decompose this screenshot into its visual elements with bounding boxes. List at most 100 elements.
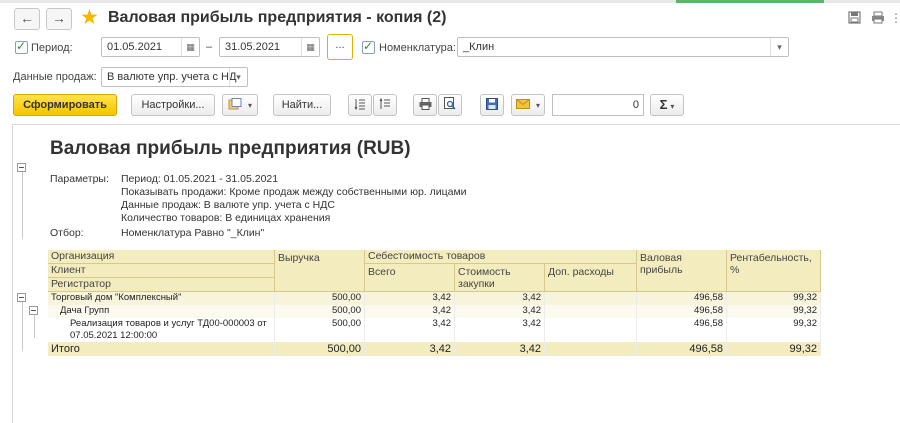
row-gross: 496,58 — [637, 292, 727, 305]
total-cost-total: 3,42 — [365, 342, 455, 356]
collapse-row-icon[interactable] — [17, 293, 26, 302]
total-margin: 99,32 — [727, 342, 821, 356]
total-extra — [545, 342, 637, 356]
header-cost-purchase: Стоимость закупки — [455, 264, 545, 292]
outline-guide — [22, 301, 23, 351]
row-revenue: 500,00 — [275, 318, 365, 342]
row-cost-purchase: 3,42 — [455, 318, 545, 342]
printer-icon — [419, 98, 432, 111]
collapse-row-icon[interactable] — [29, 306, 38, 315]
period-checkbox[interactable] — [15, 39, 28, 54]
total-cost-purchase: 3,42 — [455, 342, 545, 356]
row-extra — [545, 318, 637, 342]
row-revenue: 500,00 — [275, 305, 365, 318]
collapse-header-icon[interactable] — [17, 163, 26, 172]
print-button[interactable] — [413, 94, 437, 116]
arrow-left-icon: ← — [20, 10, 34, 26]
arrow-right-icon: → — [52, 10, 66, 26]
row-cost-purchase: 3,42 — [455, 292, 545, 305]
expand-groups-button[interactable] — [348, 94, 372, 116]
print-icon[interactable] — [871, 11, 885, 25]
report-variants-icon — [228, 98, 245, 111]
calendar-icon[interactable]: ▦ — [181, 38, 199, 56]
header-margin: Рентабельность, % — [727, 250, 821, 292]
header-revenue: Выручка — [275, 250, 365, 292]
back-button[interactable]: ← — [14, 8, 40, 30]
header-cost: Себестоимость товаров — [365, 250, 637, 264]
row-gross: 496,58 — [637, 305, 727, 318]
nomenclature-checkbox[interactable] — [362, 39, 375, 54]
settings-button[interactable]: Настройки... — [131, 94, 215, 116]
row-margin: 99,32 — [727, 292, 821, 305]
chevron-down-icon: ▾ — [670, 102, 675, 111]
variants-dropdown-button[interactable]: ▾ — [222, 94, 258, 116]
sales-data-value: В валюте упр. учета с НД — [107, 71, 237, 83]
outline-guide — [34, 314, 35, 338]
report-area: Валовая прибыль предприятия (RUB) Параме… — [12, 124, 900, 423]
sum-button[interactable]: Σ ▾ — [650, 94, 684, 116]
row-revenue: 500,00 — [275, 292, 365, 305]
header-extra-costs: Доп. расходы — [545, 264, 637, 292]
generate-button[interactable]: Сформировать — [13, 94, 117, 116]
params-label: Параметры: — [50, 173, 109, 185]
total-name: Итого — [48, 342, 275, 356]
row-name-line1: Реализация товаров и услуг ТД00-000003 о… — [70, 318, 267, 329]
sigma-icon: Σ — [659, 97, 668, 112]
period-choose-button[interactable]: ... — [327, 34, 353, 60]
filter-label: Отбор: — [50, 227, 84, 239]
chevron-down-icon[interactable]: ▾ — [770, 38, 788, 56]
expand-groups-icon — [354, 99, 366, 111]
outline-guide — [22, 163, 23, 239]
collapse-groups-icon — [379, 97, 391, 111]
param-line: Количество товаров: В единицах хранения — [121, 212, 331, 224]
preview-icon — [444, 97, 456, 111]
save-report-button[interactable] — [480, 94, 504, 116]
table-total-row: Итого 500,00 3,42 3,42 496,58 99,32 — [48, 342, 821, 356]
row-cost-total: 3,42 — [365, 292, 455, 305]
chevron-down-icon[interactable]: ▾ — [229, 68, 247, 86]
envelope-icon — [515, 99, 533, 111]
active-tab-indicator — [676, 0, 824, 3]
total-revenue: 500,00 — [275, 342, 365, 356]
row-cost-purchase: 3,42 — [455, 305, 545, 318]
nomenclature-field[interactable]: _Клин ▾ — [457, 37, 789, 57]
table-row[interactable]: Торговый дом "Комплексный" 500,00 3,42 3… — [48, 292, 821, 305]
table-row[interactable]: Дача Групп 500,00 3,42 3,42 496,58 99,32 — [48, 305, 821, 318]
chevron-down-icon: ▾ — [536, 101, 541, 110]
param-line: Данные продаж: В валюте упр. учета с НДС — [121, 199, 335, 211]
forward-button[interactable]: → — [46, 8, 72, 30]
send-email-button[interactable]: ▾ — [511, 94, 545, 116]
row-extra — [545, 305, 637, 318]
find-button[interactable]: Найти... — [273, 94, 331, 116]
row-name-line2: 07.05.2021 12:00:00 — [70, 330, 158, 341]
collapse-groups-button[interactable] — [373, 94, 397, 116]
header-cost-total: Всего — [365, 264, 455, 292]
sum-value-field[interactable]: 0 — [552, 94, 644, 116]
table-row[interactable]: Реализация товаров и услуг ТД00-000003 о… — [48, 318, 821, 342]
row-cost-total: 3,42 — [365, 318, 455, 342]
nomenclature-value: _Клин — [463, 41, 495, 53]
row-name: Дача Групп — [48, 305, 275, 318]
floppy-icon — [486, 98, 498, 111]
favorite-star-icon[interactable]: ★ — [80, 6, 99, 30]
row-gross: 496,58 — [637, 318, 727, 342]
period-label: Период: — [31, 42, 73, 54]
row-margin: 99,32 — [727, 305, 821, 318]
more-menu-icon[interactable]: ⋮ — [889, 11, 900, 25]
row-name: Реализация товаров и услуг ТД00-000003 о… — [48, 318, 275, 342]
nomenclature-label: Номенклатура: — [379, 42, 456, 54]
calendar-icon[interactable]: ▦ — [301, 38, 319, 56]
period-to-field[interactable]: 31.05.2021 ▦ — [219, 37, 320, 57]
header-client: Клиент — [48, 264, 275, 278]
total-gross: 496,58 — [637, 342, 727, 356]
sales-data-select[interactable]: В валюте упр. учета с НД ▾ — [101, 67, 248, 87]
save-icon[interactable] — [847, 11, 861, 25]
period-from-field[interactable]: 01.05.2021 ▦ — [101, 37, 200, 57]
sales-data-label: Данные продаж: — [13, 71, 97, 83]
period-to-value: 31.05.2021 — [225, 41, 281, 53]
header-gross-profit: Валовая прибыль — [637, 250, 727, 292]
print-preview-button[interactable] — [438, 94, 462, 116]
row-extra — [545, 292, 637, 305]
row-cost-total: 3,42 — [365, 305, 455, 318]
param-line: Период: 01.05.2021 - 31.05.2021 — [121, 173, 279, 185]
